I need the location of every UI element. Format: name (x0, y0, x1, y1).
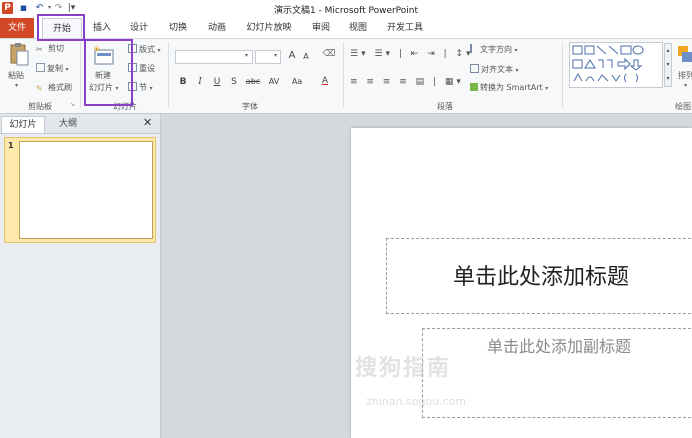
font-color-button[interactable]: A (318, 76, 332, 86)
section-dropdown-icon[interactable]: ▾ (150, 85, 153, 92)
align-text-button[interactable]: 对齐文本 ▾ (470, 64, 519, 75)
font-group-label: 字体 (242, 102, 258, 111)
paste-icon[interactable] (8, 42, 30, 68)
ribbon-tab-bar: 文件 开始 插入 设计 切换 动画 幻灯片放映 审阅 视图 开发工具 (0, 18, 692, 39)
home-tab-highlight (37, 14, 85, 41)
pane-tab-bar: 幻灯片 大纲 ✕ (0, 114, 160, 134)
align-text-icon (470, 64, 479, 73)
copy-icon (36, 63, 45, 72)
watermark-url: zhinan.sogou.com (366, 395, 467, 408)
clear-formatting-icon[interactable]: ⌫ (322, 49, 336, 59)
alignment-buttons-row[interactable]: ≡ ≡ ≡ ≡ ▤ | ▦▾ (350, 77, 464, 87)
tab-slideshow[interactable]: 幻灯片放映 (243, 18, 295, 38)
smartart-dropdown-icon[interactable]: ▾ (545, 85, 548, 92)
align-text-label: 对齐文本 (481, 65, 513, 74)
paragraph-group-label: 段落 (437, 102, 453, 111)
arrange-button[interactable]: 排列 (678, 70, 692, 81)
font-family-combo[interactable] (175, 50, 253, 64)
cut-button[interactable]: ✂ 剪切 (36, 43, 64, 54)
underline-button[interactable]: U (210, 77, 224, 87)
slide-editing-canvas: 单击此处添加标题 单击此处添加副标题 (161, 114, 692, 438)
title-bar: P ▪ ↶ ▾ ↷ |▾ 演示文稿1 - Microsoft PowerPoin… (0, 0, 692, 18)
tab-animations[interactable]: 动画 (205, 18, 229, 38)
arrange-icon[interactable] (676, 44, 692, 66)
tab-review[interactable]: 审阅 (309, 18, 333, 38)
slides-outline-pane: 幻灯片 大纲 ✕ 1 (0, 114, 161, 438)
shapes-gallery-scroll[interactable]: ▴ ▾ ▾ (664, 43, 672, 87)
shadow-button[interactable]: S (227, 77, 241, 87)
slide-thumbnail-item[interactable]: 1 (4, 137, 156, 243)
watermark-logo: 搜狗指南 (355, 356, 452, 381)
group-divider (562, 42, 563, 108)
title-placeholder-text: 单击此处添加标题 (452, 265, 629, 290)
tab-outline-pane[interactable]: 大纲 (46, 116, 90, 133)
list-buttons-row[interactable]: ☰▾ ☰▾ | ⇤ ⇥ | ↕▾ (350, 49, 474, 59)
cut-label: 剪切 (48, 44, 64, 53)
subtitle-placeholder-text: 单击此处添加副标题 (486, 337, 631, 356)
shrink-font-button[interactable]: A (299, 52, 313, 61)
text-direction-dropdown-icon[interactable]: ▾ (515, 47, 518, 54)
font-size-combo[interactable] (255, 50, 281, 64)
clipboard-group-label: 剪贴板 (28, 102, 52, 111)
slide-thumbnail[interactable] (19, 141, 153, 239)
align-text-dropdown-icon[interactable]: ▾ (516, 67, 519, 74)
dialog-launcher-icon[interactable]: ↘ (70, 101, 75, 108)
text-direction-label: 文字方向 (480, 45, 512, 54)
format-painter-button[interactable]: ✎ 格式刷 (36, 82, 72, 93)
tab-design[interactable]: 设计 (127, 18, 151, 38)
format-painter-label: 格式刷 (48, 83, 72, 92)
copy-dropdown-icon[interactable]: ▾ (66, 66, 69, 73)
smartart-icon (470, 83, 478, 91)
layout-label: 版式 (139, 45, 155, 54)
paste-dropdown-icon[interactable]: ▾ (15, 82, 18, 89)
group-divider (343, 42, 344, 108)
layout-dropdown-icon[interactable]: ▾ (158, 47, 161, 54)
close-icon[interactable]: ✕ (143, 116, 152, 129)
font-size-dropdown-icon[interactable]: ▾ (274, 52, 277, 59)
scissors-icon: ✂ (36, 45, 43, 54)
tab-file[interactable]: 文件 (0, 18, 34, 38)
copy-label: 复制 (47, 64, 63, 73)
strikethrough-button[interactable]: abc (244, 77, 262, 86)
tab-view[interactable]: 视图 (346, 18, 370, 38)
text-direction-button[interactable]: 文字方向 ▾ (470, 44, 518, 55)
tab-insert[interactable]: 插入 (90, 18, 114, 38)
section-label: 节 (139, 83, 147, 92)
drawing-group-label: 绘图 (675, 102, 691, 111)
character-spacing-button[interactable]: AV (265, 77, 283, 86)
brush-icon: ✎ (36, 84, 43, 93)
tab-developer[interactable]: 开发工具 (384, 18, 426, 38)
italic-button[interactable]: I (193, 77, 207, 87)
tab-slides-pane[interactable]: 幻灯片 (1, 116, 45, 133)
slide-number: 1 (8, 141, 14, 150)
paste-button[interactable]: 粘贴 (8, 70, 24, 81)
arrange-dropdown-icon[interactable]: ▾ (684, 82, 687, 89)
title-placeholder[interactable]: 单击此处添加标题 (386, 238, 692, 314)
group-divider (168, 42, 169, 108)
smartart-label: 转换为 SmartArt (480, 83, 543, 92)
window-title: 演示文稿1 - Microsoft PowerPoint (273, 6, 419, 16)
slide[interactable]: 单击此处添加标题 单击此处添加副标题 (351, 128, 692, 438)
new-slide-highlight (84, 39, 133, 106)
bold-button[interactable]: B (176, 77, 190, 87)
convert-smartart-button[interactable]: 转换为 SmartArt ▾ (470, 82, 548, 93)
change-case-button[interactable]: Aa (288, 77, 306, 86)
group-divider (80, 42, 81, 108)
reset-label: 重设 (139, 64, 155, 73)
font-family-dropdown-icon[interactable]: ▾ (245, 52, 248, 59)
tab-transitions[interactable]: 切换 (166, 18, 190, 38)
grow-font-button[interactable]: A (285, 50, 299, 61)
shapes-gallery[interactable] (569, 42, 663, 88)
copy-button[interactable]: 复制 ▾ (36, 63, 69, 74)
text-direction-icon (470, 44, 478, 53)
